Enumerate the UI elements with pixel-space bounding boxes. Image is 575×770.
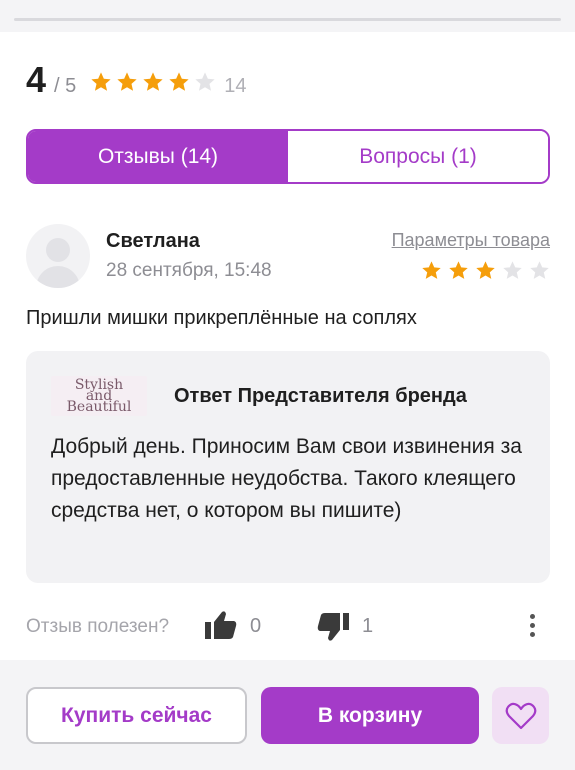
brand-answer: Stylish and Beautiful Ответ Представител…	[26, 351, 550, 583]
reviews-questions-tabs: Отзывы (14) Вопросы (1)	[26, 129, 550, 184]
rating-stars	[90, 71, 216, 93]
buy-now-button[interactable]: Купить сейчас	[26, 687, 247, 744]
thumb-down-icon[interactable]	[316, 612, 350, 647]
heart-icon[interactable]	[492, 687, 549, 744]
review-date: 28 сентября, 15:48	[106, 260, 272, 281]
star-icon	[475, 260, 496, 281]
helpful-label: Отзыв полезен?	[26, 616, 170, 637]
star-icon	[194, 71, 216, 93]
review-stars	[421, 260, 550, 281]
likes-count: 0	[250, 615, 262, 637]
dislikes-count: 1	[362, 615, 374, 637]
star-icon	[421, 260, 442, 281]
rating-summary: 4 / 5 14	[26, 62, 247, 102]
review-author: Светлана	[106, 230, 200, 252]
star-icon	[116, 71, 138, 93]
star-icon	[448, 260, 469, 281]
top-scroll-edge	[0, 0, 575, 32]
tab-reviews[interactable]: Отзывы (14)	[28, 131, 288, 182]
brand-logo: Stylish and Beautiful	[51, 376, 147, 416]
star-icon	[142, 71, 164, 93]
tab-questions[interactable]: Вопросы (1)	[288, 131, 548, 182]
answer-title: Ответ Представителя бренда	[174, 385, 467, 407]
star-icon	[529, 260, 550, 281]
thumb-up-icon[interactable]	[204, 610, 238, 645]
rating-max: / 5	[54, 75, 77, 97]
more-vertical-icon[interactable]	[528, 614, 536, 640]
answer-text: Добрый день. Приносим Вам свои извинения…	[51, 435, 522, 522]
rating-count: 14	[224, 75, 247, 97]
average-rating: 4	[26, 59, 47, 100]
star-icon	[90, 71, 112, 93]
helpful-row: Отзыв полезен? 0 1	[26, 610, 550, 644]
star-icon	[168, 71, 190, 93]
bottom-action-bar: Купить сейчас В корзину	[0, 660, 575, 770]
star-icon	[502, 260, 523, 281]
add-to-cart-button[interactable]: В корзину	[261, 687, 479, 744]
avatar-placeholder-icon	[26, 224, 90, 288]
product-params-link[interactable]: Параметры товара	[392, 230, 550, 251]
review-header: Светлана 28 сентября, 15:48 Параметры то…	[26, 222, 550, 292]
review-text: Пришли мишки прикреплённые на соплях	[26, 307, 417, 329]
